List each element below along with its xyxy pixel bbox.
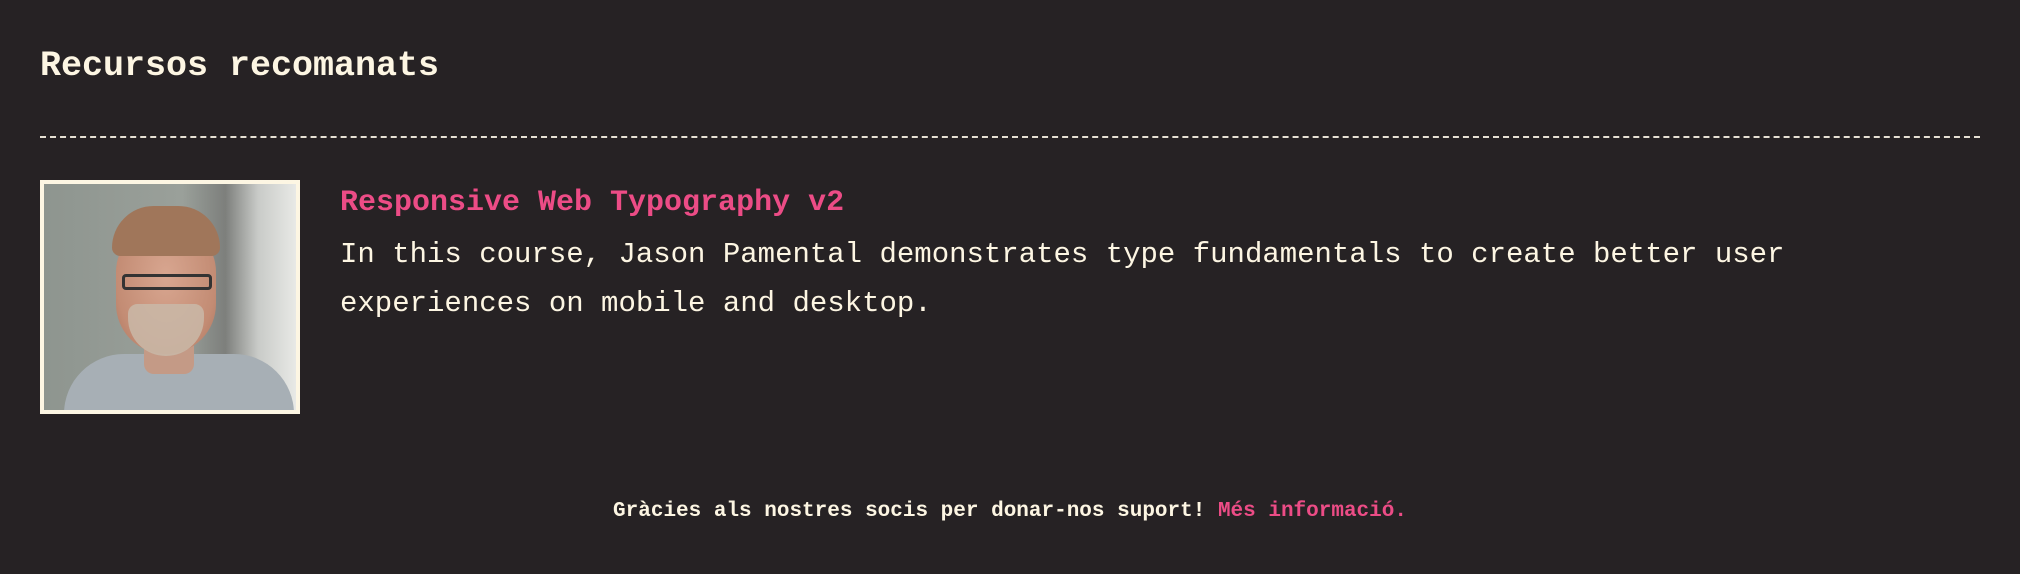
photo-glasses bbox=[122, 274, 212, 290]
more-info-link[interactable]: Més informació. bbox=[1218, 500, 1407, 523]
dashed-divider bbox=[40, 136, 1980, 138]
resource-description: In this course, Jason Pamental demonstra… bbox=[340, 238, 1785, 320]
sponsor-footer: Gràcies als nostres socis per donar-nos … bbox=[0, 500, 2020, 523]
instructor-photo[interactable] bbox=[40, 180, 300, 414]
footer-text: Gràcies als nostres socis per donar-nos … bbox=[613, 500, 1206, 523]
photo-hair bbox=[112, 206, 220, 256]
resource-title-link[interactable]: Responsive Web Typography v2 bbox=[340, 186, 844, 220]
section-heading: Recursos recomanats bbox=[40, 46, 440, 86]
